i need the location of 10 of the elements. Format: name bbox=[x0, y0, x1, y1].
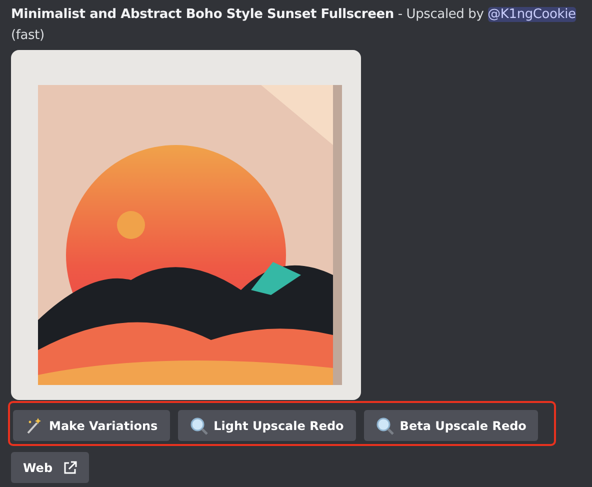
message-text: Minimalist and Abstract Boho Style Sunset Fullscreen - Upscaled by @K1ngCookie (fast) bbox=[11, 6, 577, 45]
action-button[interactable]: Beta Upscale Redo bbox=[364, 410, 538, 441]
action-button[interactable]: Make Variations bbox=[13, 410, 170, 441]
magnifier-icon bbox=[376, 416, 394, 434]
magic-wand-icon bbox=[25, 416, 43, 434]
web-link-button[interactable]: Web bbox=[11, 452, 89, 483]
external-link-icon bbox=[62, 460, 77, 474]
user-mention[interactable]: @K1ngCookie bbox=[488, 7, 576, 22]
action-button[interactable]: Light Upscale Redo bbox=[178, 410, 356, 441]
magnifier-icon bbox=[190, 416, 208, 434]
